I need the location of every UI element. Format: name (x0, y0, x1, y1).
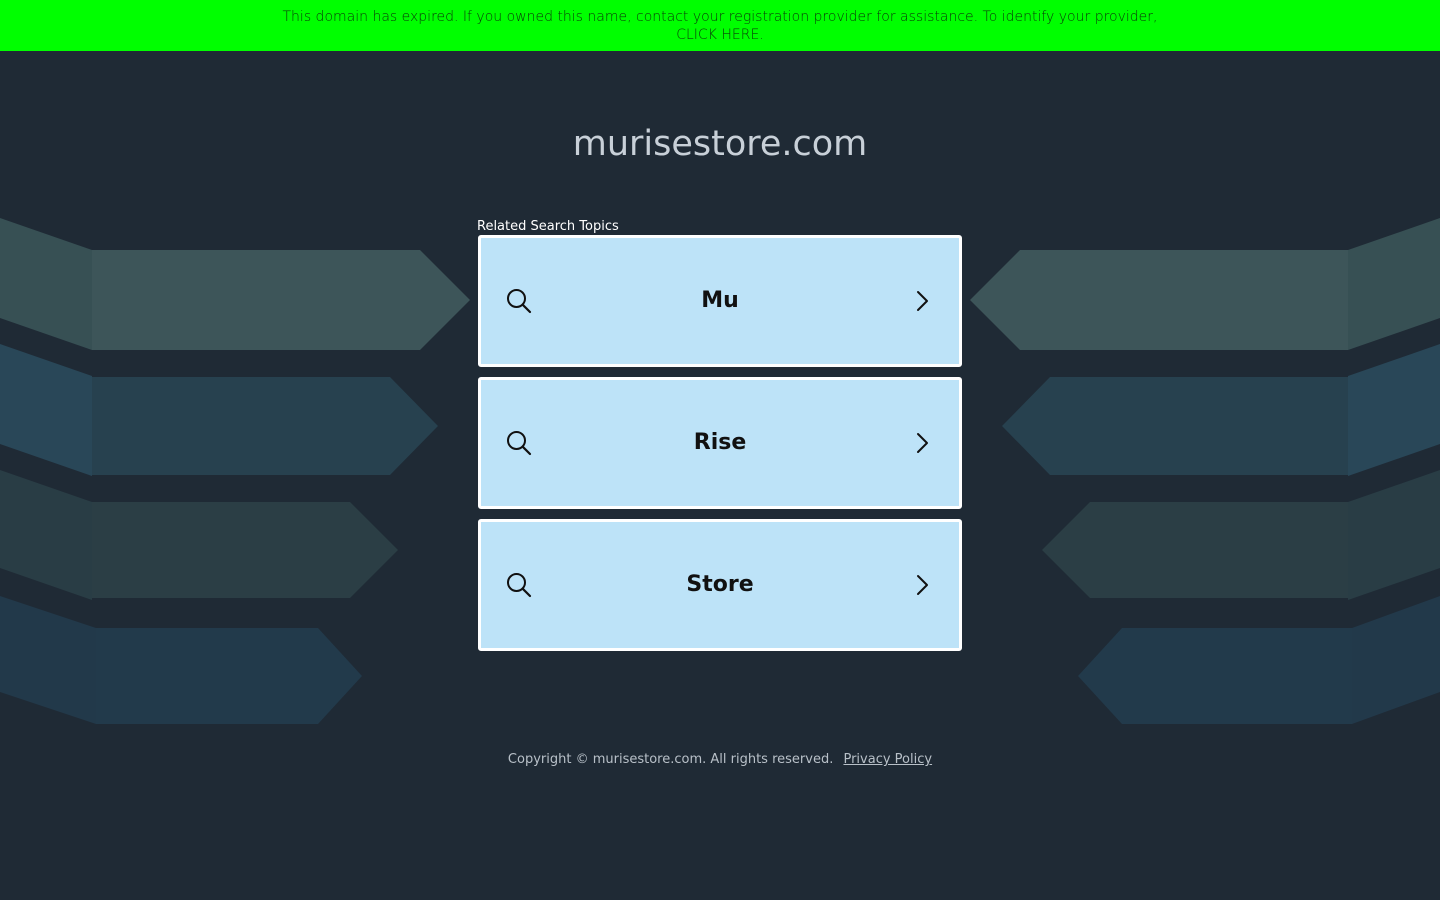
topic-item-mu[interactable]: Mu (478, 235, 962, 367)
copyright-text: Copyright © murisestore.com. All rights … (507, 752, 834, 767)
banner-click-here-link[interactable]: CLICK HERE. (0, 26, 1440, 44)
topic-label: Rise (693, 430, 747, 455)
page: This domain has expired. If you owned th… (0, 0, 1440, 900)
chevron-right-icon (917, 291, 928, 311)
topic-item-store[interactable]: Store (478, 519, 962, 651)
topic-label: Mu (701, 288, 739, 313)
chevron-right-icon (917, 433, 928, 453)
chevron-right-icon (917, 575, 928, 595)
related-topics-list: Mu Rise Store (478, 235, 962, 661)
expired-domain-banner: This domain has expired. If you owned th… (0, 0, 1440, 51)
topic-label: Store (686, 572, 754, 597)
footer: Copyright © murisestore.com. All rights … (0, 751, 1440, 769)
topic-item-rise[interactable]: Rise (478, 377, 962, 509)
domain-title: murisestore.com (572, 124, 868, 164)
related-search-label: Related Search Topics (477, 219, 619, 234)
privacy-policy-link[interactable]: Privacy Policy (843, 752, 932, 767)
banner-message: This domain has expired. If you owned th… (282, 9, 1158, 25)
